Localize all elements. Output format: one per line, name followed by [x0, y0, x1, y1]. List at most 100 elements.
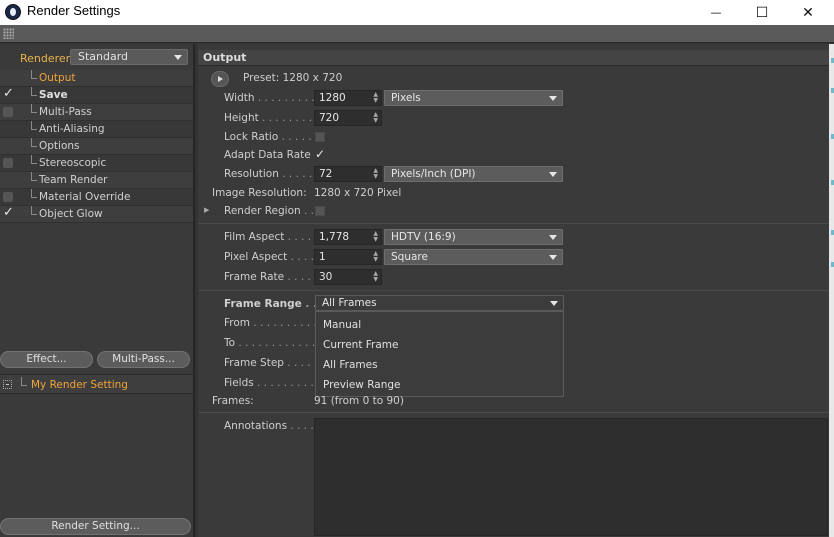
close-icon: ✕ [802, 4, 814, 21]
tree-item-options[interactable]: Options [0, 138, 193, 155]
spinner-icon[interactable]: ▲ ▼ [373, 251, 378, 263]
lock-ratio-checkbox[interactable] [315, 132, 325, 142]
render-region-checkbox[interactable] [315, 206, 325, 216]
tree-connector [31, 87, 37, 96]
frame-range-dropdown[interactable]: All Frames [315, 295, 564, 311]
expand-arrow-icon[interactable]: ▶ [204, 206, 209, 214]
menu-item-all-frames[interactable]: All Frames [323, 359, 378, 371]
pixel-aspect-label: Pixel Aspect . . . . [224, 251, 314, 263]
chevron-down-icon [549, 235, 557, 240]
effect-button[interactable]: Effect... [0, 351, 93, 368]
divider [198, 290, 829, 291]
tree-connector [31, 206, 37, 215]
spinner-icon[interactable]: ▲ ▼ [373, 271, 378, 283]
maximize-icon: ☐ [755, 4, 769, 21]
spinner-icon[interactable]: ▲ ▼ [373, 168, 378, 180]
tree-item-multi-pass[interactable]: Multi-Pass [0, 104, 193, 121]
fields-label: Fields . . . . . . . . . . [224, 377, 321, 389]
minimize-icon: — [710, 6, 722, 19]
annotations-label: Annotations . . . . [224, 420, 314, 432]
tree-item-label: Object Glow [39, 208, 103, 220]
chevron-down-icon [549, 96, 557, 101]
multi-pass-button[interactable]: Multi-Pass... [97, 351, 190, 368]
tree-item-anti-aliasing[interactable]: Anti-Aliasing [0, 121, 193, 138]
enable-checkbox[interactable] [3, 192, 13, 202]
chevron-down-icon [549, 255, 557, 260]
maximize-button[interactable]: ☐ [739, 0, 785, 25]
adapt-data-rate-checkbox[interactable]: ✓ [315, 147, 325, 161]
grip-icon[interactable] [3, 28, 14, 39]
frame-step-label: Frame Step . . . . [224, 357, 311, 369]
annotations-textarea[interactable] [314, 418, 828, 536]
tree-item-object-glow[interactable]: ✓ Object Glow [0, 205, 193, 223]
tree-item-save[interactable]: ✓ Save [0, 86, 193, 104]
width-input[interactable]: 1280 ▲ ▼ [314, 90, 382, 106]
render-setting-item[interactable]: My Render Setting [31, 379, 128, 391]
settings-tree: Output ✓ Save Multi-Pass Anti-Aliasing Option… [0, 70, 193, 223]
film-aspect-dropdown[interactable]: HDTV (16:9) [384, 229, 563, 245]
tree-item-material-override[interactable]: Material Override [0, 189, 193, 206]
divider [198, 412, 829, 413]
tree-connector [31, 172, 37, 181]
cinema4d-app-icon [5, 4, 21, 20]
width-label: Width . . . . . . . . . [224, 92, 315, 104]
chevron-down-icon [549, 172, 557, 177]
menu-item-manual[interactable]: Manual [323, 319, 361, 331]
tree-connector [31, 121, 37, 130]
chevron-down-icon [174, 55, 182, 60]
pixel-aspect-input[interactable]: 1 ▲ ▼ [314, 249, 382, 265]
enable-checkbox-checked[interactable]: ✓ [3, 205, 14, 220]
lock-ratio-label: Lock Ratio . . . . . [224, 131, 312, 143]
tree-connector [31, 189, 37, 198]
close-button[interactable]: ✕ [785, 0, 831, 25]
to-label: To . . . . . . . . . . . . [224, 337, 316, 349]
render-setting-button[interactable]: Render Setting... [0, 518, 191, 535]
tree-connector [31, 70, 37, 79]
tree-connector [31, 138, 37, 147]
image-resolution-label: Image Resolution: [212, 187, 307, 199]
preset-play-button[interactable] [211, 71, 229, 87]
menu-item-preview-range[interactable]: Preview Range [323, 379, 401, 391]
tree-item-output[interactable]: Output [0, 70, 193, 87]
tree-connector [31, 155, 37, 164]
render-region-label: Render Region . . [224, 205, 315, 217]
film-aspect-input[interactable]: 1,778 ▲ ▼ [314, 229, 382, 245]
renderer-value: Standard [78, 50, 129, 63]
resolution-label: Resolution . . . . . [224, 168, 313, 180]
enable-checkbox[interactable] [3, 158, 13, 168]
tree-item-team-render[interactable]: Team Render [0, 172, 193, 189]
pixel-aspect-dropdown[interactable]: Square [384, 249, 563, 265]
renderer-label: Renderer [20, 52, 71, 65]
tree-item-label: Options [39, 140, 80, 152]
chevron-down-icon [550, 301, 558, 306]
spinner-icon[interactable]: ▲ ▼ [373, 112, 378, 124]
enable-checkbox[interactable] [3, 107, 13, 117]
image-resolution-value: 1280 x 720 Pixel [314, 187, 402, 199]
from-label: From . . . . . . . . . . . [224, 317, 324, 329]
spinner-icon[interactable]: ▲ ▼ [373, 231, 378, 243]
menu-item-current-frame[interactable]: Current Frame [323, 339, 399, 351]
frame-range-label: Frame Range . . [224, 298, 318, 310]
adapt-data-rate-label: Adapt Data Rate [224, 149, 311, 161]
height-input[interactable]: 720 ▲ ▼ [314, 110, 382, 126]
frames-label: Frames: [212, 395, 254, 407]
tree-item-stereoscopic[interactable]: Stereoscopic [0, 155, 193, 172]
enable-checkbox-checked[interactable]: ✓ [3, 86, 14, 101]
collapse-icon[interactable] [3, 380, 12, 389]
film-aspect-label: Film Aspect . . . . [224, 231, 312, 243]
render-settings-list: My Render Setting [0, 374, 193, 394]
spinner-icon[interactable]: ▲ ▼ [373, 92, 378, 104]
width-unit-dropdown[interactable]: Pixels [384, 90, 563, 106]
frame-rate-label: Frame Rate . . . . [224, 271, 311, 283]
window-title: Render Settings [27, 3, 121, 18]
output-header: Output [198, 50, 829, 66]
frame-rate-input[interactable]: 30 ▲ ▼ [314, 269, 382, 285]
tree-item-label: Output [39, 72, 76, 84]
renderer-dropdown[interactable]: Standard [70, 49, 188, 65]
frame-range-menu: Manual Current Frame All Frames Preview … [315, 311, 564, 397]
resolution-unit-dropdown[interactable]: Pixels/Inch (DPI) [384, 166, 563, 182]
minimize-button[interactable]: — [693, 0, 739, 25]
preset-label: Preset: 1280 x 720 [243, 72, 343, 84]
resolution-input[interactable]: 72 ▲ ▼ [314, 166, 382, 182]
tree-connector [21, 377, 27, 386]
